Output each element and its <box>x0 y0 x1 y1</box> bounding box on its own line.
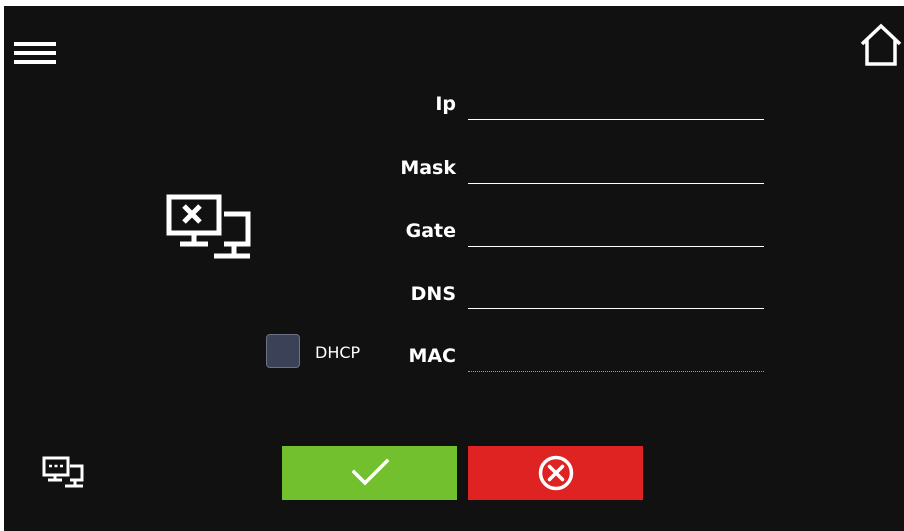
dhcp-checkbox[interactable] <box>266 334 300 368</box>
cancel-button[interactable] <box>468 446 643 500</box>
hamburger-menu-icon[interactable] <box>14 42 56 64</box>
network-disconnected-icon <box>166 194 251 259</box>
ip-field[interactable] <box>468 119 764 120</box>
gate-label: Gate <box>405 220 456 242</box>
confirm-button[interactable] <box>282 446 457 500</box>
mac-label: MAC <box>408 345 456 367</box>
mask-label: Mask <box>400 157 456 179</box>
gate-field[interactable] <box>468 246 764 247</box>
dns-field[interactable] <box>468 308 764 309</box>
ip-label: Ip <box>435 93 456 115</box>
network-settings-icon[interactable] <box>42 456 84 490</box>
network-settings-screen: Ip Mask Gate DNS DHCP MAC <box>4 6 904 531</box>
mac-field <box>468 371 764 372</box>
mask-field[interactable] <box>468 183 764 184</box>
check-icon <box>351 458 389 486</box>
dns-label: DNS <box>410 283 456 305</box>
home-icon[interactable] <box>858 22 904 68</box>
cancel-circle-x-icon <box>538 455 573 491</box>
dhcp-label: DHCP <box>315 343 361 362</box>
